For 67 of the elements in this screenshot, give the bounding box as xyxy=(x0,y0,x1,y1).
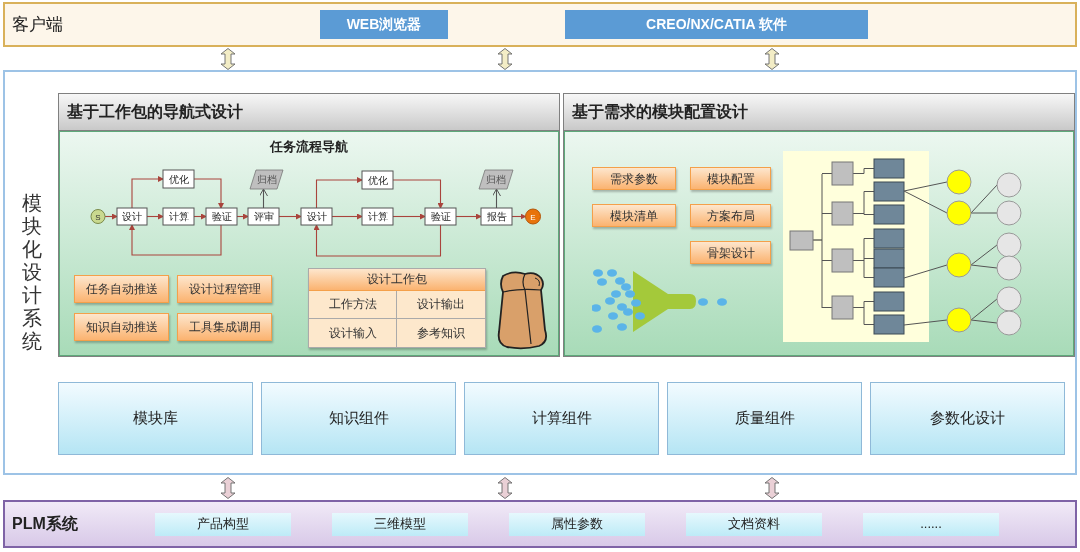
feature-box: 设计过程管理 xyxy=(177,274,272,303)
flow-arrow xyxy=(259,187,268,209)
double-arrow-icon xyxy=(497,47,513,70)
flow-step: 优化 xyxy=(162,169,195,188)
flow-arrow xyxy=(492,187,501,209)
feature-box: 模块清单 xyxy=(592,204,676,227)
panel-header: 基于工作包的导航式设计 xyxy=(59,94,559,131)
start-node: S xyxy=(90,208,106,224)
double-arrow-icon xyxy=(220,47,236,70)
flow-arrow xyxy=(146,213,164,219)
flow-arrow xyxy=(392,178,444,209)
client-app-box: CREO/NX/CATIA 软件 xyxy=(565,10,868,39)
table-cell: 工作方法 xyxy=(309,290,397,319)
feature-box: 方案布局 xyxy=(690,204,771,227)
table-cell: 设计输出 xyxy=(397,290,485,319)
flow-step: 优化 xyxy=(361,170,394,189)
flow-step: 验证 xyxy=(424,207,457,225)
flow-step: 计算 xyxy=(162,207,195,225)
flow-arrow xyxy=(455,213,482,219)
feature-box: 知识自动推送 xyxy=(74,312,169,341)
component-box: 模块库 xyxy=(58,382,253,455)
flow-arrow xyxy=(104,213,118,219)
feature-box: 骨架设计 xyxy=(690,241,771,264)
flow-step: 设计 xyxy=(300,207,333,225)
feature-box: 工具集成调用 xyxy=(177,312,272,341)
flow-arrow xyxy=(131,175,164,209)
feature-box: 模块配置 xyxy=(690,167,771,190)
archive-node: 归档 xyxy=(478,169,514,189)
plm-item: 属性参数 xyxy=(509,512,645,536)
flow-arrow xyxy=(511,213,527,219)
end-node: E xyxy=(525,208,541,224)
component-box: 质量组件 xyxy=(667,382,862,455)
double-arrow-icon xyxy=(497,476,513,499)
feature-box: 需求参数 xyxy=(592,167,676,190)
flow-title: 任务流程导航 xyxy=(270,138,348,156)
double-arrow-icon xyxy=(764,47,780,70)
panel-header: 基于需求的模块配置设计 xyxy=(564,94,1074,131)
flow-arrow xyxy=(331,213,363,219)
flow-step: 报告 xyxy=(480,207,513,225)
flow-step: 验证 xyxy=(205,207,238,225)
flow-arrow xyxy=(315,176,363,209)
feature-box: 任务自动推送 xyxy=(74,274,169,303)
flow-arrow xyxy=(278,213,302,219)
client-app-box: WEB浏览器 xyxy=(320,10,448,39)
flow-arrow xyxy=(392,213,426,219)
table-cell-text: 参考知识 xyxy=(416,324,466,342)
system-title: 模块化设计系统 xyxy=(21,192,42,353)
component-box: 参数化设计 xyxy=(870,382,1065,455)
double-arrow-icon xyxy=(220,476,236,499)
plm-item: ...... xyxy=(863,512,999,536)
plm-item: 产品构型 xyxy=(155,512,291,536)
table-header: 设计工作包 xyxy=(309,268,485,291)
flow-step: 设计 xyxy=(116,207,148,225)
plm-item: 三维模型 xyxy=(332,512,468,536)
plm-label: PLM系统 xyxy=(11,514,79,534)
component-box: 计算组件 xyxy=(464,382,659,455)
flow-step: 评审 xyxy=(247,207,280,225)
client-label: 客户端 xyxy=(11,13,64,36)
plm-item: 文档资料 xyxy=(686,512,822,536)
double-arrow-icon xyxy=(764,476,780,499)
archive-node: 归档 xyxy=(249,169,284,189)
table-cell: 设计输入 xyxy=(309,318,397,347)
flow-arrow xyxy=(193,177,224,209)
flow-arrow xyxy=(236,213,249,219)
flow-arrow xyxy=(193,213,207,219)
component-box: 知识组件 xyxy=(261,382,456,455)
flow-step: 计算 xyxy=(361,207,394,225)
